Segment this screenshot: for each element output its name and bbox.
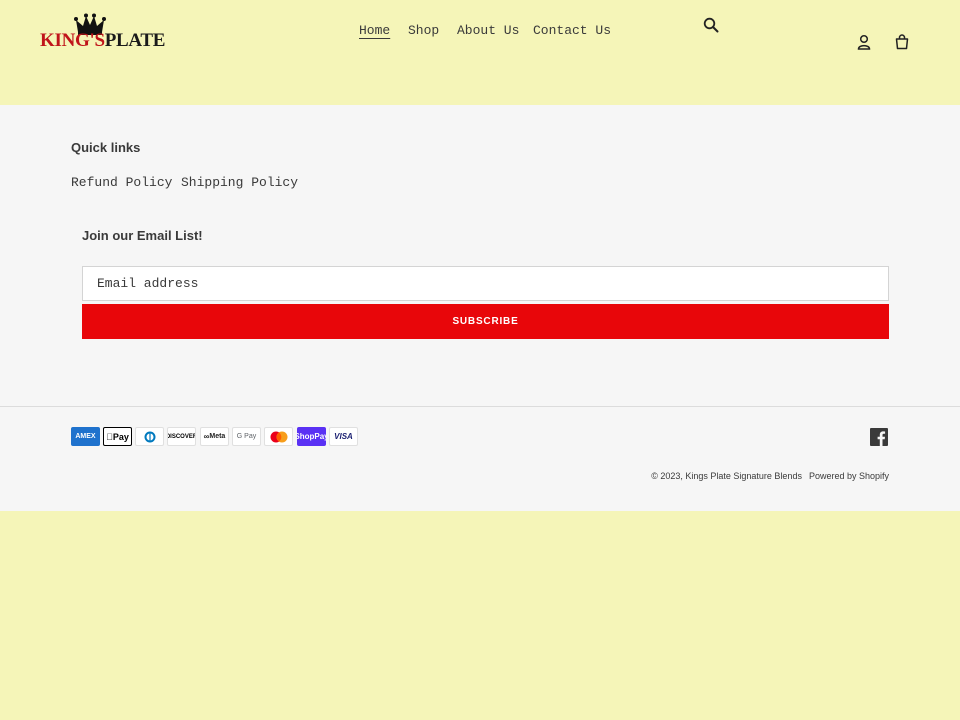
shop-pay-icon: ShopPay: [297, 427, 326, 446]
subscribe-button[interactable]: SUBSCRIBE: [82, 304, 889, 339]
visa-icon: VISA: [329, 427, 358, 446]
email-list-title: Join our Email List!: [82, 228, 203, 243]
facebook-icon[interactable]: [869, 427, 889, 447]
quick-links-title: Quick links: [71, 140, 141, 155]
amex-icon: AMEX: [71, 427, 100, 446]
nav-shop[interactable]: Shop: [408, 22, 439, 40]
powered-by-link[interactable]: Powered by Shopify: [809, 471, 889, 481]
apple-pay-icon: Pay: [103, 427, 132, 446]
site-footer: Quick links Refund Policy Shipping Polic…: [0, 105, 960, 511]
cart-icon[interactable]: [892, 32, 912, 52]
shipping-policy-link[interactable]: Shipping Policy: [181, 175, 298, 190]
main-nav: Home Shop About Us Contact Us: [0, 22, 960, 42]
meta-pay-icon: ∞ Meta: [200, 427, 229, 446]
account-icon[interactable]: [854, 32, 874, 52]
site-header: KING'SPLATE Home Shop About Us Contact U…: [0, 0, 960, 105]
nav-contact-us[interactable]: Contact Us: [533, 22, 611, 40]
email-input[interactable]: [82, 266, 889, 301]
discover-icon: DISCOVER: [167, 427, 196, 446]
copyright-text[interactable]: © 2023, Kings Plate Signature Blends: [651, 471, 802, 481]
nav-about-us[interactable]: About Us: [457, 22, 519, 40]
footer-divider: [0, 406, 960, 407]
nav-home[interactable]: Home: [359, 22, 390, 40]
mastercard-icon: [264, 427, 293, 446]
refund-policy-link[interactable]: Refund Policy: [71, 175, 172, 190]
copyright: © 2023, Kings Plate Signature Blends Powe…: [651, 471, 889, 481]
search-icon[interactable]: [701, 15, 721, 35]
diners-club-icon: [135, 427, 164, 446]
google-pay-icon: G Pay: [232, 427, 261, 446]
